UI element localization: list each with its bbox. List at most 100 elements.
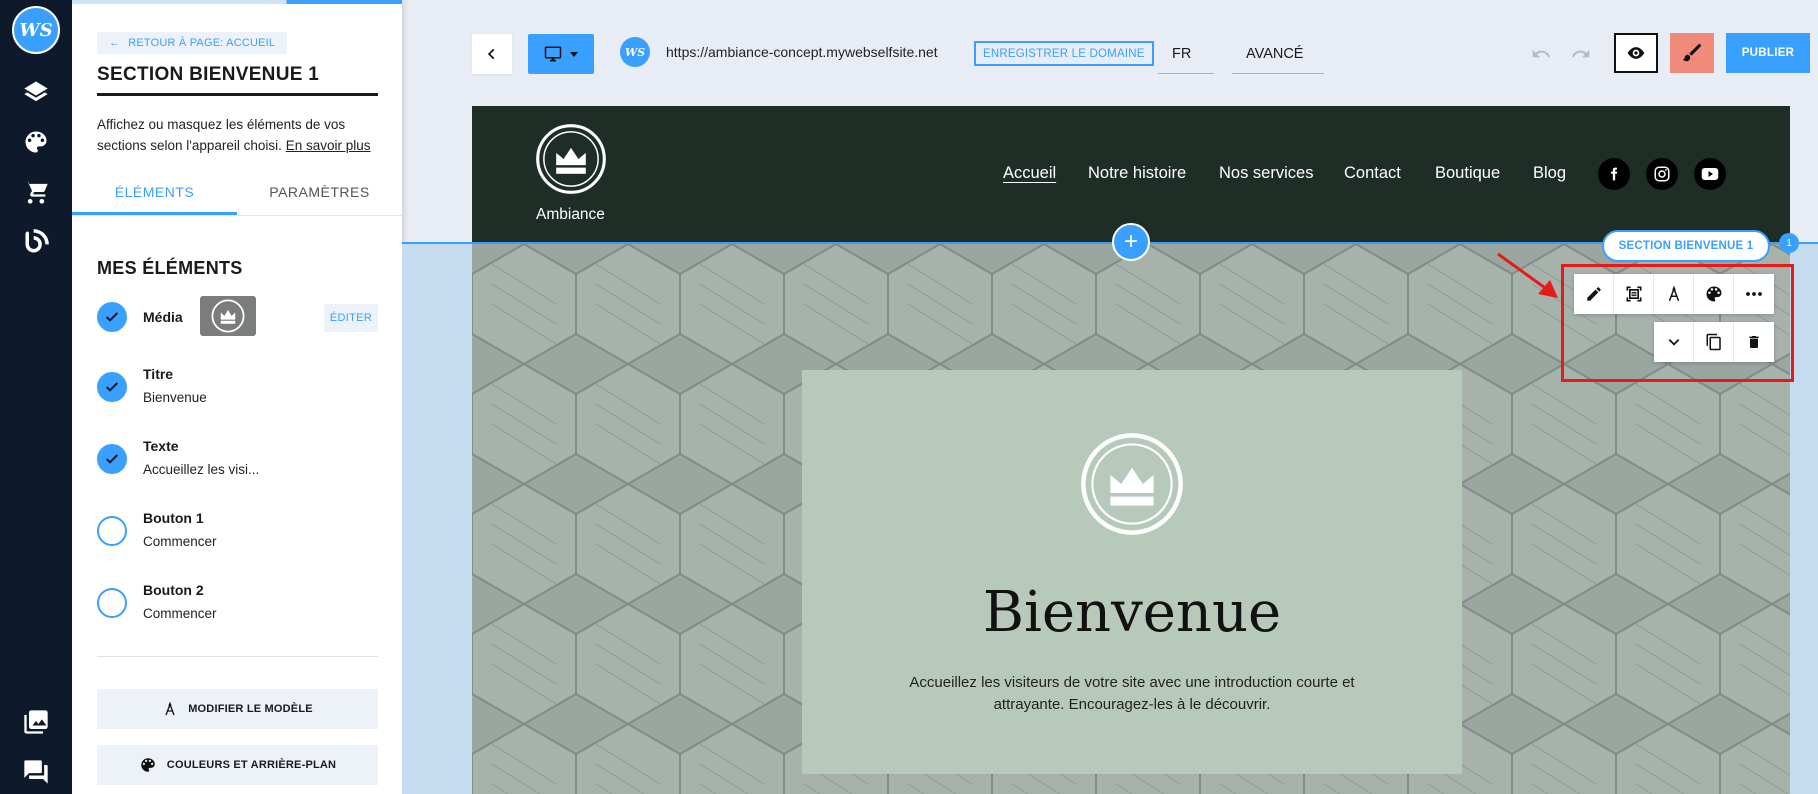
add-section-button[interactable]: + <box>1112 223 1150 261</box>
caret-down-icon <box>570 52 578 57</box>
progress-bar <box>72 0 402 4</box>
check-icon <box>105 454 119 464</box>
compass-icon <box>165 702 175 716</box>
element-button-1-toggle[interactable] <box>97 516 127 546</box>
preview-button[interactable] <box>1614 33 1658 73</box>
colors-background-button[interactable]: COULEURS ET ARRIÈRE-PLAN <box>97 745 378 785</box>
crown-emblem-icon <box>211 299 245 333</box>
select-content-button[interactable] <box>1614 274 1654 314</box>
element-text: Texte Accueillez les visi... <box>97 438 378 482</box>
layers-icon[interactable] <box>22 78 50 106</box>
tab-elements[interactable]: ÉLÉMENTS <box>72 176 237 215</box>
blog-icon[interactable] <box>22 228 50 256</box>
eye-icon <box>1627 47 1645 59</box>
crown-emblem-icon[interactable] <box>534 122 608 196</box>
facebook-icon[interactable] <box>1598 158 1630 190</box>
cart-icon[interactable] <box>22 178 50 206</box>
hero-text[interactable]: Accueillez les visiteurs de votre site a… <box>892 672 1372 716</box>
arrow-left-icon: ← <box>109 37 121 49</box>
frame-icon <box>1626 286 1641 302</box>
check-icon <box>105 382 119 392</box>
element-title-toggle[interactable] <box>97 372 127 402</box>
redo-icon[interactable] <box>1570 44 1592 64</box>
more-icon <box>1746 292 1762 296</box>
nav-notre-histoire[interactable]: Notre histoire <box>1088 164 1186 183</box>
design-button[interactable] <box>1670 33 1714 73</box>
delete-button[interactable] <box>1734 322 1774 362</box>
back-to-page-link[interactable]: ← RETOUR À PAGE: ACCUEIL <box>97 32 288 54</box>
nav-contact[interactable]: Contact <box>1344 164 1401 183</box>
more-options-button[interactable] <box>1734 274 1774 314</box>
duplicate-button[interactable] <box>1694 322 1734 362</box>
nav-nos-services[interactable]: Nos services <box>1219 164 1313 183</box>
element-button-2: Bouton 2 Commencer <box>97 582 378 626</box>
pencil-icon <box>1586 287 1601 301</box>
language-dropdown[interactable]: FR <box>1158 34 1214 74</box>
section-tools-secondary <box>1654 322 1774 362</box>
site-logo-icon: WS <box>620 37 650 67</box>
chat-icon[interactable] <box>22 758 50 786</box>
section-number-badge: 1 <box>1779 233 1799 253</box>
media-library-icon[interactable] <box>22 708 50 736</box>
panel-title: SECTION BIENVENUE 1 <box>97 64 378 96</box>
facebook-glyph-icon <box>1611 167 1618 181</box>
chevron-left-icon <box>487 48 495 60</box>
site-url[interactable]: https://ambiance-concept.mywebselfsite.n… <box>666 44 938 60</box>
chevron-down-icon <box>1668 339 1679 346</box>
edit-media-button[interactable]: ÉDITER <box>324 304 378 332</box>
site-header: Ambiance Accueil Notre histoire Nos serv… <box>472 106 1790 242</box>
element-text-toggle[interactable] <box>97 444 127 474</box>
annotation-arrow <box>1497 252 1558 298</box>
section-panel: ← RETOUR À PAGE: ACCUEIL SECTION BIENVEN… <box>72 0 402 794</box>
welcome-card: Bienvenue Accueillez les visiteurs de vo… <box>802 370 1462 774</box>
trash-icon <box>1749 336 1759 348</box>
element-button-2-toggle[interactable] <box>97 588 127 618</box>
nav-boutique[interactable]: Boutique <box>1435 164 1500 183</box>
brand-name[interactable]: Ambiance <box>536 206 605 224</box>
nav-blog[interactable]: Blog <box>1533 164 1566 183</box>
section-template-button[interactable] <box>1654 274 1694 314</box>
back-button[interactable] <box>472 34 512 74</box>
element-media-toggle[interactable] <box>97 302 127 332</box>
left-rail: WS <box>0 0 72 794</box>
section-tools-primary <box>1574 274 1774 314</box>
nav-accueil[interactable]: Accueil <box>1003 164 1056 183</box>
compass-icon <box>1668 286 1679 302</box>
element-button-1: Bouton 1 Commencer <box>97 510 378 554</box>
edit-section-button[interactable] <box>1574 274 1614 314</box>
divider <box>97 656 378 657</box>
instagram-glyph-icon <box>1654 166 1670 182</box>
undo-icon[interactable] <box>1530 44 1552 64</box>
modify-template-button[interactable]: MODIFIER LE MODÈLE <box>97 689 378 729</box>
palette-icon[interactable] <box>22 128 50 156</box>
palette-icon <box>1706 286 1721 302</box>
section-colors-button[interactable] <box>1694 274 1734 314</box>
instagram-icon[interactable] <box>1646 158 1678 190</box>
media-thumbnail[interactable] <box>200 296 256 336</box>
check-icon <box>105 312 119 322</box>
my-elements-heading: MES ÉLÉMENTS <box>97 258 243 278</box>
register-domain-button[interactable]: ENREGISTRER LE DOMAINE <box>974 41 1154 66</box>
crown-emblem-icon[interactable] <box>1078 430 1186 538</box>
youtube-icon[interactable] <box>1694 158 1726 190</box>
device-selector[interactable] <box>528 34 594 74</box>
publish-button[interactable]: PUBLIER <box>1726 33 1810 73</box>
brush-icon <box>1682 43 1702 62</box>
back-link-label: RETOUR À PAGE: ACCUEIL <box>128 37 276 49</box>
copy-icon <box>1706 333 1721 351</box>
youtube-glyph-icon <box>1701 168 1719 180</box>
move-down-button[interactable] <box>1654 322 1694 362</box>
learn-more-link[interactable]: En savoir plus <box>286 138 371 153</box>
section-label-pill[interactable]: SECTION BIENVENUE 1 <box>1602 230 1770 262</box>
element-media: Média ÉDITER <box>97 296 378 340</box>
palette-icon <box>141 758 155 772</box>
panel-description: Affichez ou masquez les éléments de vos … <box>97 117 371 153</box>
webself-logo[interactable]: WS <box>12 6 60 54</box>
desktop-icon <box>544 46 562 62</box>
caret-down-icon <box>1199 53 1200 54</box>
mode-dropdown[interactable]: AVANCÉ <box>1232 34 1324 74</box>
element-title: Titre Bienvenue <box>97 366 378 410</box>
panel-tabs: ÉLÉMENTS PARAMÈTRES <box>72 176 402 216</box>
hero-title[interactable]: Bienvenue <box>802 580 1462 645</box>
tab-settings[interactable]: PARAMÈTRES <box>237 176 402 215</box>
